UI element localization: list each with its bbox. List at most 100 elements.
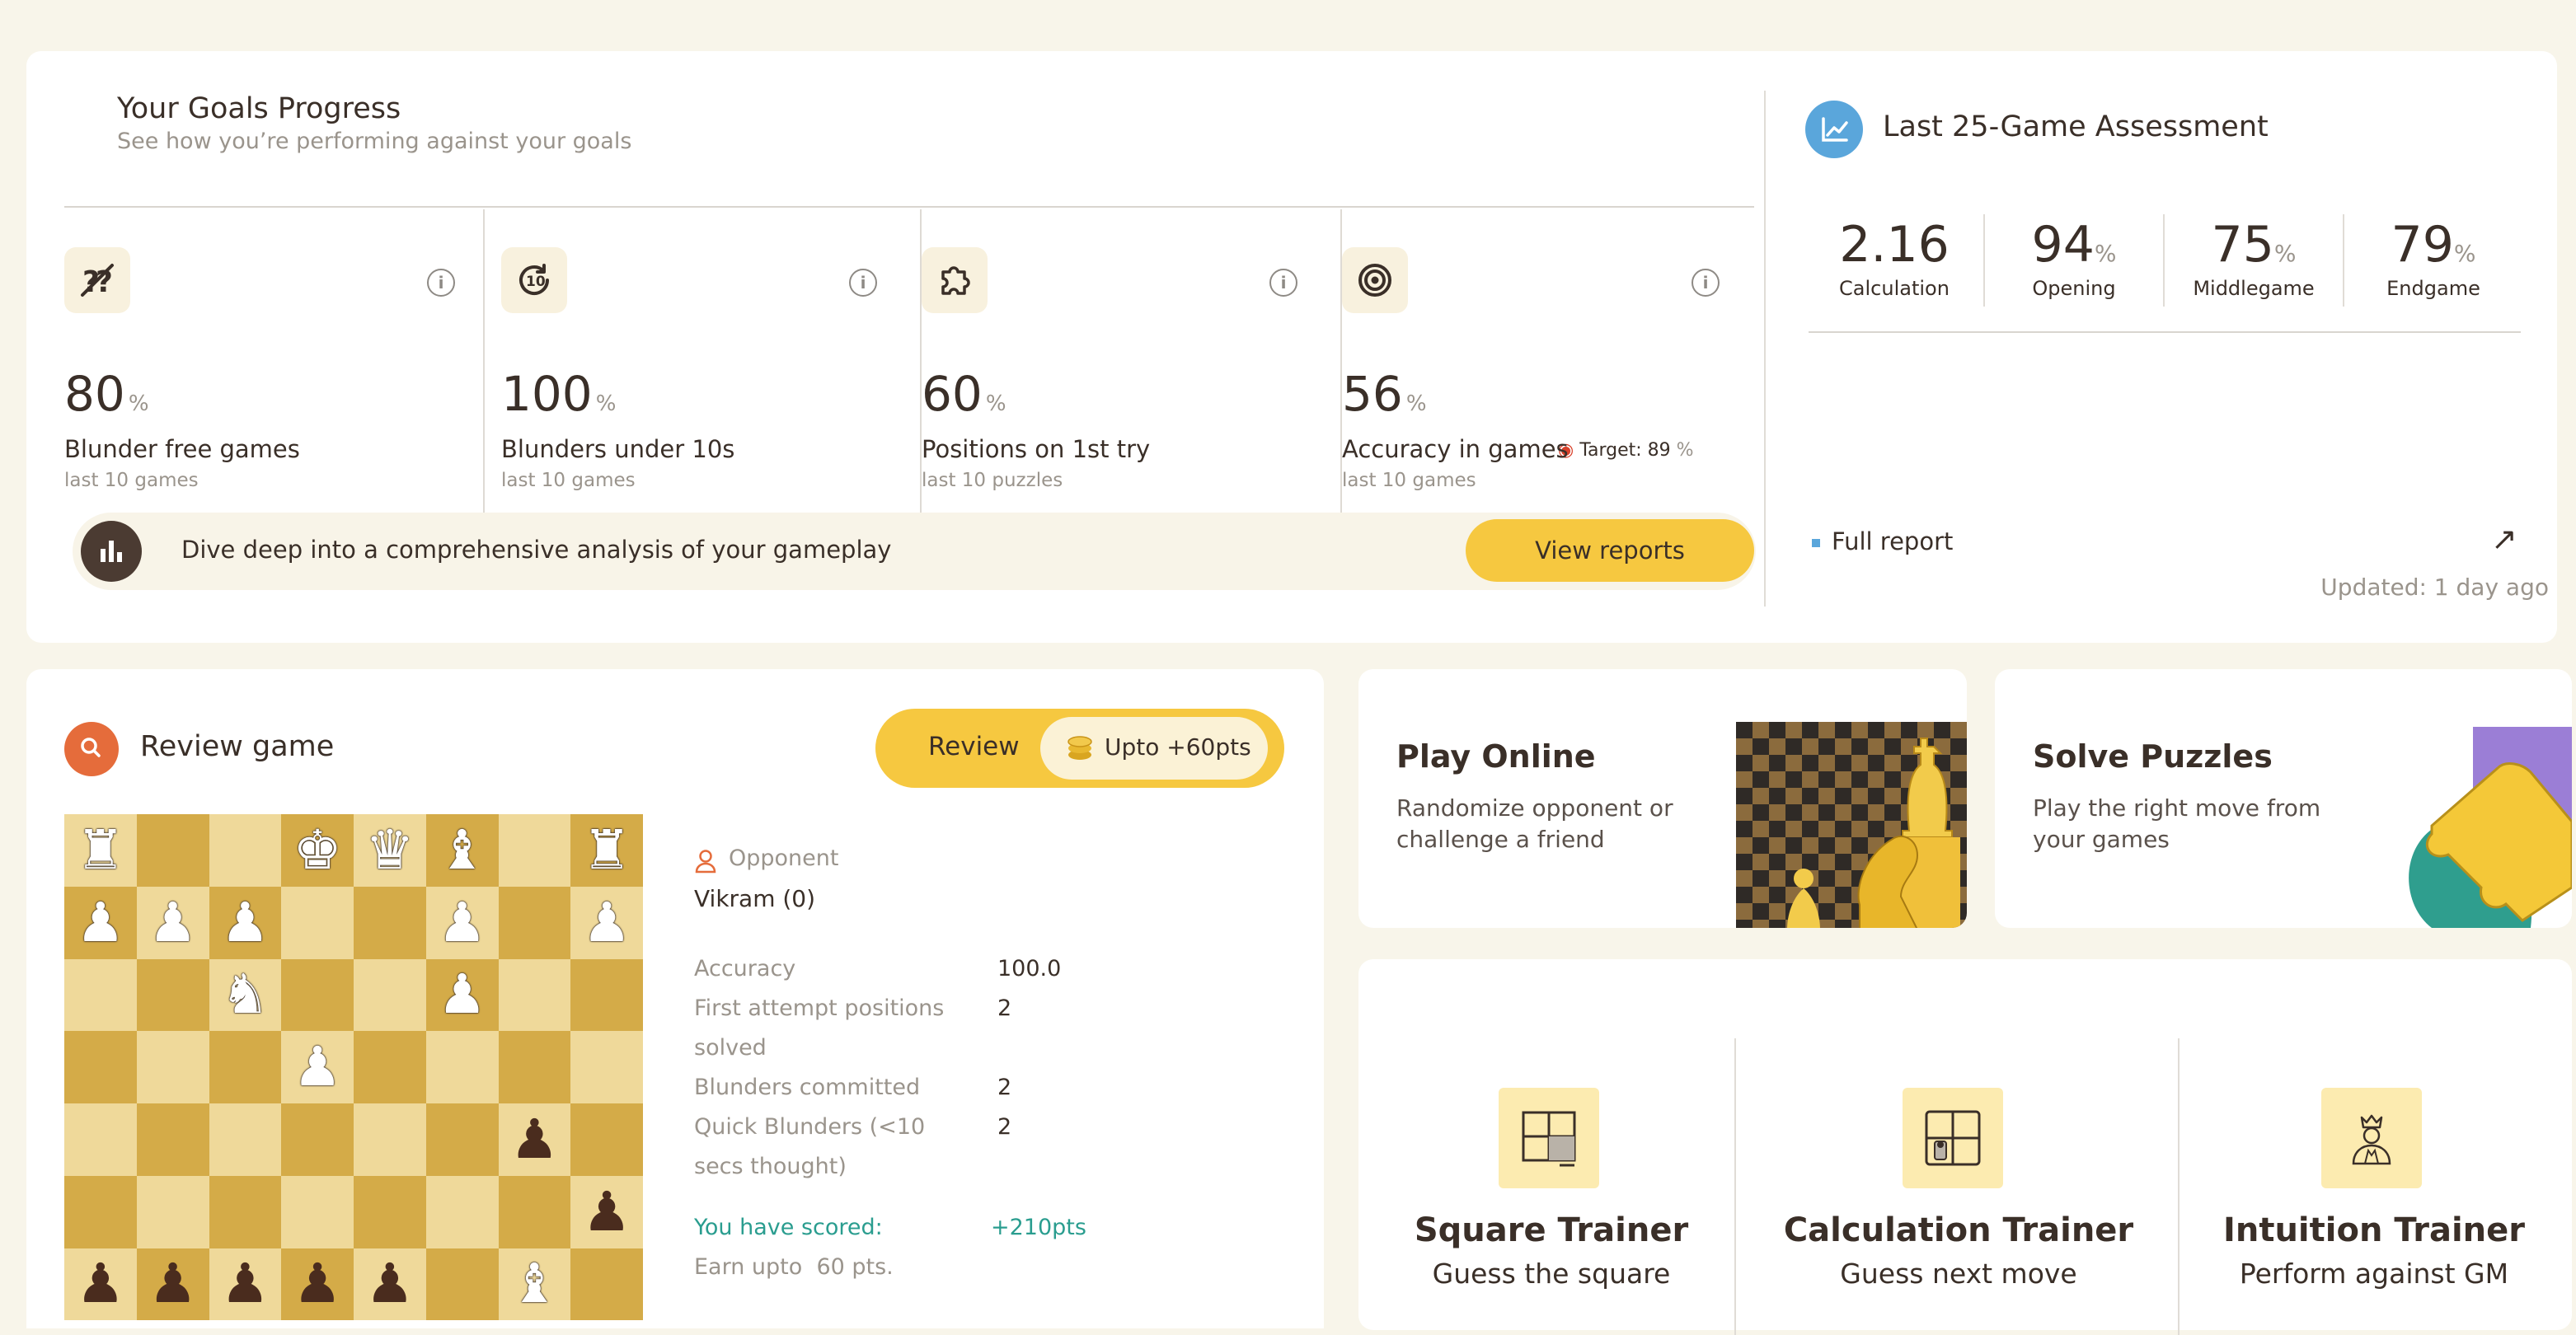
board-square[interactable]: ♟ [570,1175,643,1248]
board-square[interactable] [425,1175,499,1248]
black-pawn-icon[interactable]: ♟ [510,1112,559,1167]
white-pawn-icon[interactable]: ♟ [583,895,631,950]
board-square[interactable]: ♛ [354,814,426,887]
intuition-trainer[interactable]: Intuition Trainer Perform against GM [2176,1038,2572,1335]
board-square[interactable] [354,958,426,1032]
bullet-icon [1812,539,1820,547]
board-square[interactable] [425,1103,499,1176]
board-square[interactable] [354,886,426,959]
board-square[interactable] [425,1248,499,1321]
board-square[interactable]: ♞ [209,958,282,1032]
assessment-endgame: 79% Endgame [2344,216,2522,300]
board-square[interactable] [64,1175,137,1248]
assessment-middlegame: 75% Middlegame [2165,216,2343,300]
info-icon[interactable]: i [1269,269,1297,297]
board-square[interactable] [498,886,571,959]
black-pawn-icon[interactable]: ♟ [221,1257,270,1311]
board-square[interactable] [498,1175,571,1248]
assessment-title: Last 25-Game Assessment [1883,110,2269,143]
board-square[interactable]: ♟ [425,886,499,959]
full-report-link[interactable]: Full report [1832,527,1953,555]
board-square[interactable] [136,1031,209,1103]
board-square[interactable] [209,1031,282,1103]
play-online-title: Play Online [1396,738,1596,775]
assessment-label: Calculation [1839,277,1950,300]
play-online-card[interactable]: Play Online Randomize opponent or challe… [1358,669,1967,928]
board-square[interactable] [209,1103,282,1176]
board-square[interactable] [354,1031,426,1103]
board-square[interactable]: ♟ [136,886,209,959]
board-square[interactable]: ♟ [570,886,643,959]
board-square[interactable]: ♟ [64,886,137,959]
board-square[interactable]: ♜ [64,814,137,887]
board-square[interactable]: ♟ [425,958,499,1032]
white-king-icon[interactable]: ♚ [293,822,342,878]
white-pawn-icon[interactable]: ♟ [76,895,124,950]
review-button[interactable]: Review Upto +60pts [875,709,1284,788]
board-square[interactable] [64,1031,137,1103]
white-rook-icon[interactable]: ♜ [76,822,124,878]
info-icon[interactable]: i [1692,269,1720,297]
white-bishop-icon[interactable]: ♝ [510,1257,559,1311]
board-square[interactable]: ♟ [281,1031,354,1103]
white-bishop-icon[interactable]: ♝ [438,822,486,878]
board-square[interactable] [570,1031,643,1103]
board-square[interactable] [64,1103,137,1176]
board-square[interactable] [136,958,209,1032]
white-knight-icon[interactable]: ♞ [221,967,270,1022]
board-square[interactable] [281,886,354,959]
info-icon[interactable]: i [427,269,455,297]
board-square[interactable] [64,958,137,1032]
board-square[interactable]: ♟ [64,1248,137,1321]
board-square[interactable]: ♟ [209,886,282,959]
white-pawn-icon[interactable]: ♟ [221,895,270,950]
goal-blunders-under-10s: 10 i 100% Blunders under 10s last 10 gam… [501,209,922,546]
board-square[interactable]: ♟ [136,1248,209,1321]
board-square[interactable] [425,1031,499,1103]
board-square[interactable] [136,1103,209,1176]
arrow-up-right-icon[interactable]: ↗ [2491,521,2517,557]
black-pawn-icon[interactable]: ♟ [293,1257,342,1311]
board-square[interactable] [354,1175,426,1248]
board-square[interactable] [570,958,643,1032]
board-square[interactable] [570,1248,643,1321]
board-square[interactable] [570,1103,643,1176]
black-pawn-icon[interactable]: ♟ [583,1184,631,1239]
black-pawn-icon[interactable]: ♟ [148,1257,197,1311]
board-square[interactable]: ♟ [354,1248,426,1321]
white-pawn-icon[interactable]: ♟ [438,895,486,950]
board-square[interactable]: ♟ [498,1103,571,1176]
chess-board[interactable]: ♜ ♚ ♛ ♝ ♜ ♟ ♟ ♟ ♟ ♟ ♞ ♟ ♟ ♟ ♟ ♟ ♟ ♟ ♟ ♟ ♝ [64,814,643,1328]
black-pawn-icon[interactable]: ♟ [365,1257,414,1311]
black-pawn-icon[interactable]: ♟ [76,1257,124,1311]
goal-unit: % [595,391,617,416]
board-square[interactable] [281,1103,354,1176]
calculation-trainer[interactable]: Calculation Trainer Guess next move [1764,1038,2160,1335]
view-reports-button[interactable]: View reports [1466,519,1754,582]
board-square[interactable] [281,958,354,1032]
solve-puzzles-card[interactable]: Solve Puzzles Play the right move from y… [1995,669,2572,928]
board-square[interactable]: ♟ [281,1248,354,1321]
board-square[interactable] [354,1103,426,1176]
board-square[interactable]: ♝ [498,1248,571,1321]
board-square[interactable] [136,814,209,887]
board-square[interactable]: ♚ [281,814,354,887]
board-square[interactable] [498,1031,571,1103]
board-square[interactable]: ♜ [570,814,643,887]
board-square[interactable]: ♝ [425,814,499,887]
board-square[interactable] [281,1175,354,1248]
goal-value: 100 [501,366,593,422]
board-square[interactable] [498,958,571,1032]
board-square[interactable] [136,1175,209,1248]
white-rook-icon[interactable]: ♜ [583,822,631,878]
white-pawn-icon[interactable]: ♟ [438,967,486,1022]
board-square[interactable] [498,814,571,887]
info-icon[interactable]: i [849,269,877,297]
white-pawn-icon[interactable]: ♟ [148,895,197,950]
square-trainer[interactable]: Square Trainer Guess the square [1358,1038,1754,1335]
board-square[interactable]: ♟ [209,1248,282,1321]
board-square[interactable] [209,1175,282,1248]
board-square[interactable] [209,814,282,887]
white-pawn-icon[interactable]: ♟ [293,1040,342,1094]
white-queen-icon[interactable]: ♛ [365,822,414,878]
